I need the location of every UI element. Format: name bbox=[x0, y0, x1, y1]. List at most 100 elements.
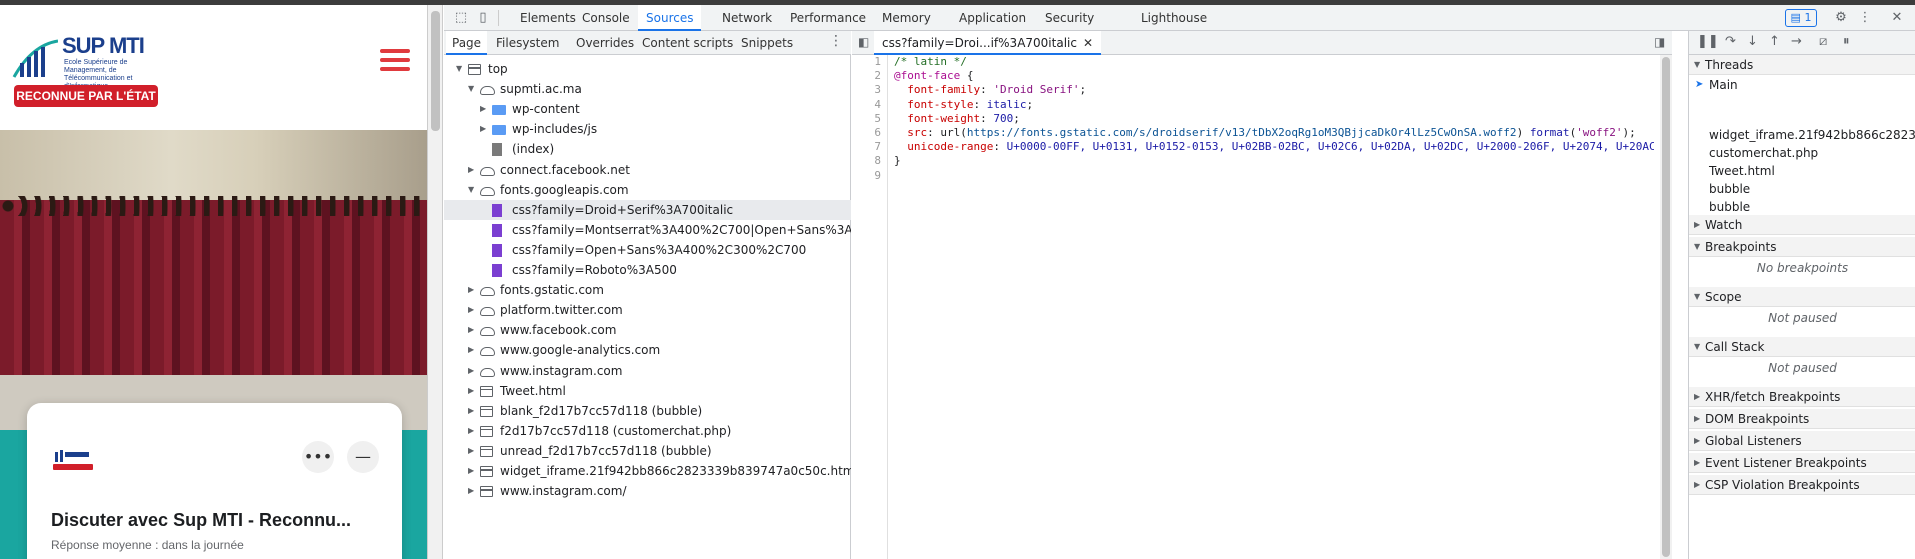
tree-item[interactable]: ▶ Tweet.html bbox=[444, 381, 851, 401]
toggle-debugger-icon[interactable]: ◨ bbox=[1654, 35, 1665, 49]
threads-section[interactable]: ▼ Threads bbox=[1689, 55, 1915, 75]
tree-item[interactable]: css?family=Roboto%3A500 bbox=[444, 260, 851, 280]
thread-item[interactable]: bubble bbox=[1689, 179, 1915, 199]
expand-arrow-icon[interactable]: ▶ bbox=[468, 160, 478, 180]
section-event-listener-breakpoints[interactable]: ▶ Event Listener Breakpoints bbox=[1689, 453, 1915, 473]
subtab-content-scripts[interactable]: Content scripts bbox=[636, 31, 739, 55]
thread-main[interactable]: ➤ Main bbox=[1689, 75, 1915, 95]
device-toolbar-icon[interactable]: ▯ bbox=[474, 9, 492, 27]
line-number[interactable]: 6 bbox=[852, 126, 887, 140]
subtab-filesystem[interactable]: Filesystem bbox=[490, 31, 565, 55]
site-logo[interactable]: SUP MTI Ecole Supérieure de Management, … bbox=[12, 33, 162, 113]
tab-lighthouse[interactable]: Lighthouse bbox=[1133, 5, 1215, 31]
section-global-listeners[interactable]: ▶ Global Listeners bbox=[1689, 431, 1915, 451]
issues-badge[interactable]: ▤ 1 bbox=[1785, 9, 1817, 27]
step-into-icon[interactable]: ↓ bbox=[1747, 34, 1758, 49]
tree-item[interactable]: ▶ fonts.gstatic.com bbox=[444, 280, 851, 300]
expand-arrow-icon[interactable]: ▶ bbox=[468, 361, 478, 381]
line-number[interactable]: 9 bbox=[852, 169, 887, 183]
line-number[interactable]: 5 bbox=[852, 112, 887, 126]
tree-item[interactable]: ▶ platform.twitter.com bbox=[444, 300, 851, 320]
expand-arrow-icon[interactable]: ▶ bbox=[480, 99, 490, 119]
tab-application[interactable]: Application bbox=[951, 5, 1034, 31]
pause-on-exceptions-icon[interactable]: ⏸ bbox=[1843, 34, 1850, 49]
tree-item[interactable]: ▶ www.instagram.com/ bbox=[444, 481, 851, 501]
line-number[interactable]: 8 bbox=[852, 154, 887, 168]
tree-item[interactable]: ▶ wp-includes/js bbox=[444, 119, 851, 139]
step-over-icon[interactable]: ↷ bbox=[1725, 34, 1736, 49]
site-scrollbar[interactable] bbox=[428, 5, 443, 559]
code-area[interactable]: /* latin */@font-face { font-family: 'Dr… bbox=[894, 55, 1654, 559]
thread-item[interactable]: bubble bbox=[1689, 197, 1915, 217]
expand-arrow-icon[interactable]: ▶ bbox=[468, 401, 478, 421]
expand-arrow-icon[interactable]: ▶ bbox=[468, 461, 478, 481]
tree-item[interactable]: css?family=Droid+Serif%3A700italic bbox=[444, 199, 851, 220]
expand-arrow-icon[interactable]: ▶ bbox=[468, 481, 478, 501]
tree-item[interactable]: ▼ fonts.googleapis.com bbox=[444, 180, 851, 200]
subtab-page[interactable]: Page bbox=[446, 31, 488, 55]
expand-arrow-icon[interactable]: ▶ bbox=[468, 340, 478, 360]
tab-console[interactable]: Console bbox=[574, 5, 638, 31]
tree-item[interactable]: ▶ www.instagram.com bbox=[444, 361, 851, 381]
expand-arrow-icon[interactable]: ▶ bbox=[468, 320, 478, 340]
subtab-overrides[interactable]: Overrides bbox=[570, 31, 640, 55]
expand-arrow-icon[interactable]: ▶ bbox=[468, 441, 478, 461]
tree-item[interactable]: ▶ connect.facebook.net bbox=[444, 160, 851, 180]
deactivate-breakpoints-icon[interactable]: ⧄ bbox=[1819, 34, 1827, 49]
line-number[interactable]: 7 bbox=[852, 140, 887, 154]
step-icon[interactable]: → bbox=[1791, 34, 1802, 49]
line-number[interactable]: 2 bbox=[852, 69, 887, 83]
subtab-snippets[interactable]: Snippets bbox=[735, 31, 799, 55]
gear-icon[interactable]: ⚙ bbox=[1832, 9, 1850, 27]
tab-network[interactable]: Network bbox=[714, 5, 780, 31]
inspect-element-icon[interactable]: ⬚ bbox=[452, 9, 470, 27]
thread-item[interactable]: widget_iframe.21f942bb866c28233... bbox=[1689, 125, 1915, 145]
tree-item[interactable]: ▶ blank_f2d17b7cc57d118 (bubble) bbox=[444, 401, 851, 421]
expand-arrow-icon[interactable]: ▶ bbox=[468, 421, 478, 441]
tree-item[interactable]: ▼ supmti.ac.ma bbox=[444, 79, 851, 99]
watch-section[interactable]: ▶ Watch bbox=[1689, 215, 1915, 235]
editor-file-tab[interactable]: css?family=Droi...if%3A700italic ✕ bbox=[874, 31, 1102, 55]
tab-performance[interactable]: Performance bbox=[782, 5, 874, 31]
tree-item[interactable]: ▶ wp-content bbox=[444, 99, 851, 119]
thread-item[interactable]: Tweet.html bbox=[1689, 161, 1915, 181]
tree-item[interactable]: ▶ unread_f2d17b7cc57d118 (bubble) bbox=[444, 441, 851, 461]
collapse-arrow-icon[interactable]: ▼ bbox=[456, 59, 466, 79]
tree-item[interactable]: ▶ widget_iframe.21f942bb866c2823339b83974… bbox=[444, 461, 851, 481]
scope-section[interactable]: ▼ Scope bbox=[1689, 287, 1915, 307]
navigator-more-icon[interactable]: ⋮ bbox=[829, 33, 843, 49]
line-number[interactable]: 4 bbox=[852, 98, 887, 112]
tree-item[interactable]: ▼ top bbox=[444, 59, 851, 79]
tree-item[interactable]: (index) bbox=[444, 139, 851, 159]
expand-arrow-icon[interactable]: ▶ bbox=[468, 381, 478, 401]
section-xhr-fetch-breakpoints[interactable]: ▶ XHR/fetch Breakpoints bbox=[1689, 387, 1915, 407]
kebab-menu-icon[interactable]: ⋮ bbox=[1856, 9, 1874, 27]
hamburger-menu-icon[interactable] bbox=[380, 49, 410, 71]
expand-arrow-icon[interactable]: ▶ bbox=[468, 280, 478, 300]
tree-item[interactable]: ▶ www.facebook.com bbox=[444, 320, 851, 340]
collapse-arrow-icon[interactable]: ▼ bbox=[468, 79, 478, 99]
close-icon[interactable]: ✕ bbox=[1888, 9, 1906, 27]
chat-more-button[interactable]: ••• bbox=[302, 441, 334, 473]
tree-item[interactable]: css?family=Open+Sans%3A400%2C300%2C700 bbox=[444, 240, 851, 260]
expand-arrow-icon[interactable]: ▶ bbox=[480, 119, 490, 139]
line-number[interactable]: 3 bbox=[852, 83, 887, 97]
tree-item[interactable]: ▶ www.google-analytics.com bbox=[444, 340, 851, 360]
breakpoints-section[interactable]: ▼ Breakpoints bbox=[1689, 237, 1915, 257]
close-tab-icon[interactable]: ✕ bbox=[1083, 36, 1093, 50]
tree-item[interactable]: ▶ f2d17b7cc57d118 (customerchat.php) bbox=[444, 421, 851, 441]
section-csp-violation-breakpoints[interactable]: ▶ CSP Violation Breakpoints bbox=[1689, 475, 1915, 495]
line-number[interactable]: 1 bbox=[852, 55, 887, 69]
expand-arrow-icon[interactable]: ▶ bbox=[468, 300, 478, 320]
tab-memory[interactable]: Memory bbox=[874, 5, 939, 31]
section-dom-breakpoints[interactable]: ▶ DOM Breakpoints bbox=[1689, 409, 1915, 429]
pause-icon[interactable]: ❚❚ bbox=[1697, 34, 1719, 49]
toggle-navigator-icon[interactable]: ◧ bbox=[858, 35, 869, 49]
tree-item[interactable]: css?family=Montserrat%3A400%2C700|Open+S… bbox=[444, 220, 851, 240]
editor-scrollbar[interactable] bbox=[1660, 55, 1672, 559]
thread-item[interactable]: customerchat.php bbox=[1689, 143, 1915, 163]
step-out-icon[interactable]: ↑ bbox=[1769, 34, 1780, 49]
collapse-arrow-icon[interactable]: ▼ bbox=[468, 180, 478, 200]
chat-minimize-button[interactable]: — bbox=[347, 441, 379, 473]
tab-sources[interactable]: Sources bbox=[638, 5, 702, 31]
